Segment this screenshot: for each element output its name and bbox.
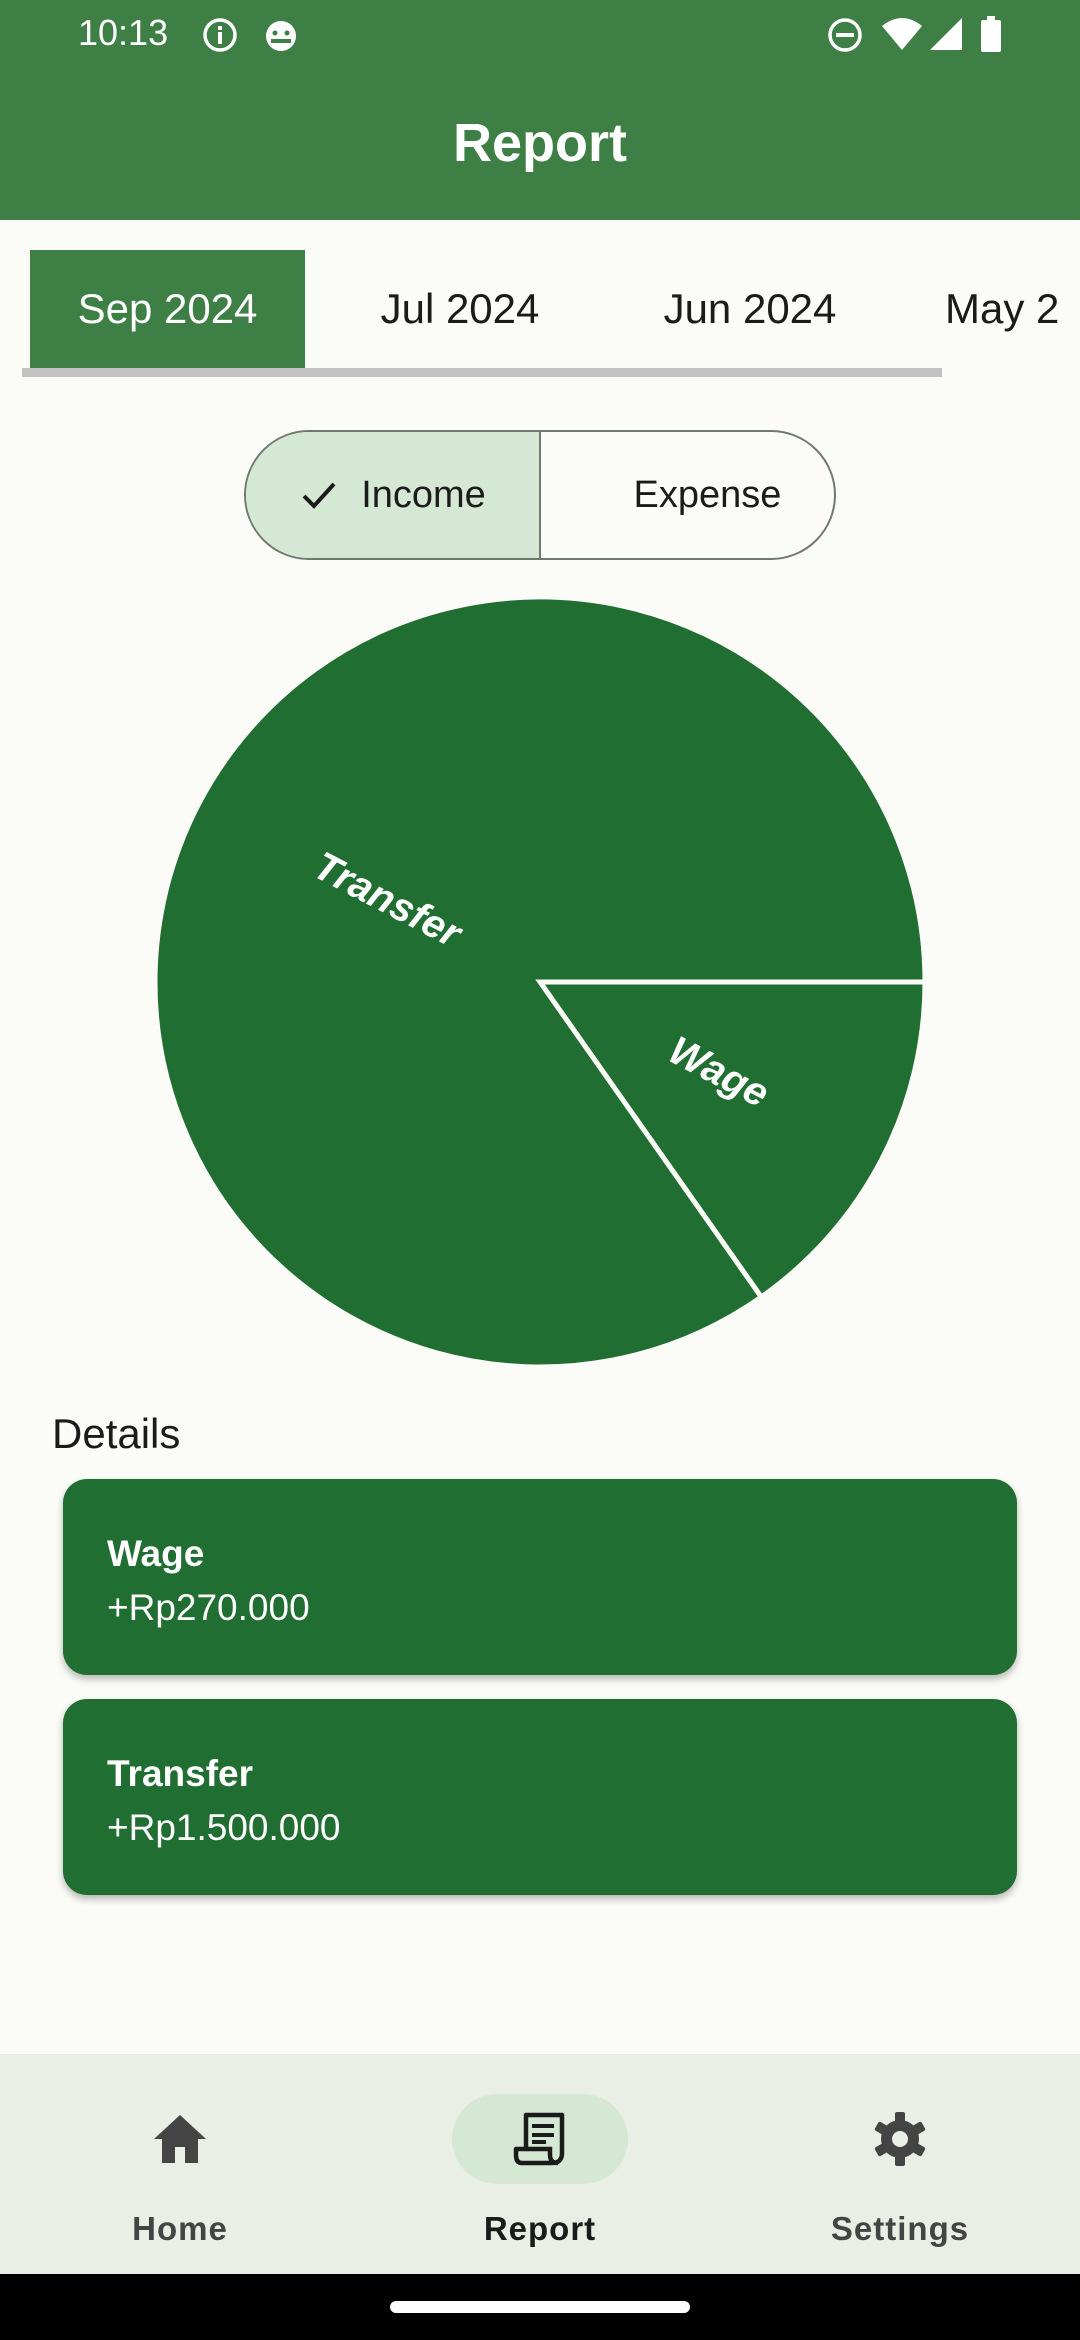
status-time: 10:13 xyxy=(78,12,169,53)
income-toggle-button[interactable]: Income xyxy=(246,432,541,558)
tab-scrollbar[interactable] xyxy=(22,368,942,377)
income-pie-chart: WageTransfer xyxy=(152,594,928,1370)
battery-icon xyxy=(981,16,1001,52)
nav-settings-label: Settings xyxy=(830,2210,970,2247)
details-heading: Details xyxy=(52,1410,181,1457)
expense-label: Expense xyxy=(633,473,782,516)
detail-amount: +Rp270.000 xyxy=(107,1587,310,1628)
status-bar: 10:13 xyxy=(0,0,1080,70)
type-toggle: Income Expense xyxy=(244,430,836,560)
home-indicator[interactable] xyxy=(390,2301,690,2313)
tab-sep-2024[interactable]: Sep 2024 xyxy=(30,250,305,368)
home-icon xyxy=(154,2115,206,2163)
income-label: Income xyxy=(361,473,486,516)
tab-may-2024[interactable]: May 2 xyxy=(915,250,1080,368)
tab-jul-2024[interactable]: Jul 2024 xyxy=(330,250,590,368)
gesture-bar xyxy=(0,2274,1080,2340)
nav-home[interactable]: Home xyxy=(0,2054,360,2274)
receipt-icon xyxy=(513,2112,565,2166)
detail-category: Wage xyxy=(107,1533,205,1574)
check-icon xyxy=(302,482,336,509)
detail-category: Transfer xyxy=(107,1753,254,1794)
tab-jun-2024[interactable]: Jun 2024 xyxy=(620,250,880,368)
gear-icon xyxy=(874,2112,926,2166)
android-debug-icon xyxy=(266,21,296,51)
detail-card-wage[interactable]: Wage +Rp270.000 xyxy=(63,1479,1017,1675)
month-tabs: Sep 2024 Jul 2024 Jun 2024 May 2 xyxy=(0,250,1080,380)
info-icon xyxy=(203,18,237,52)
signal-icon xyxy=(930,18,962,50)
nav-report[interactable]: Report xyxy=(360,2054,720,2274)
nav-settings[interactable]: Settings xyxy=(720,2054,1080,2274)
detail-amount: +Rp1.500.000 xyxy=(107,1807,341,1848)
nav-home-label: Home xyxy=(132,2210,228,2247)
do-not-disturb-icon xyxy=(828,18,862,52)
expense-toggle-button[interactable]: Expense xyxy=(541,432,834,558)
wifi-icon xyxy=(882,18,922,50)
page-title: Report xyxy=(453,113,627,173)
bottom-navigation: Home Report Settings xyxy=(0,2054,1080,2274)
nav-report-label: Report xyxy=(483,2210,597,2247)
app-bar: Report xyxy=(0,70,1080,220)
detail-card-transfer[interactable]: Transfer +Rp1.500.000 xyxy=(63,1699,1017,1895)
